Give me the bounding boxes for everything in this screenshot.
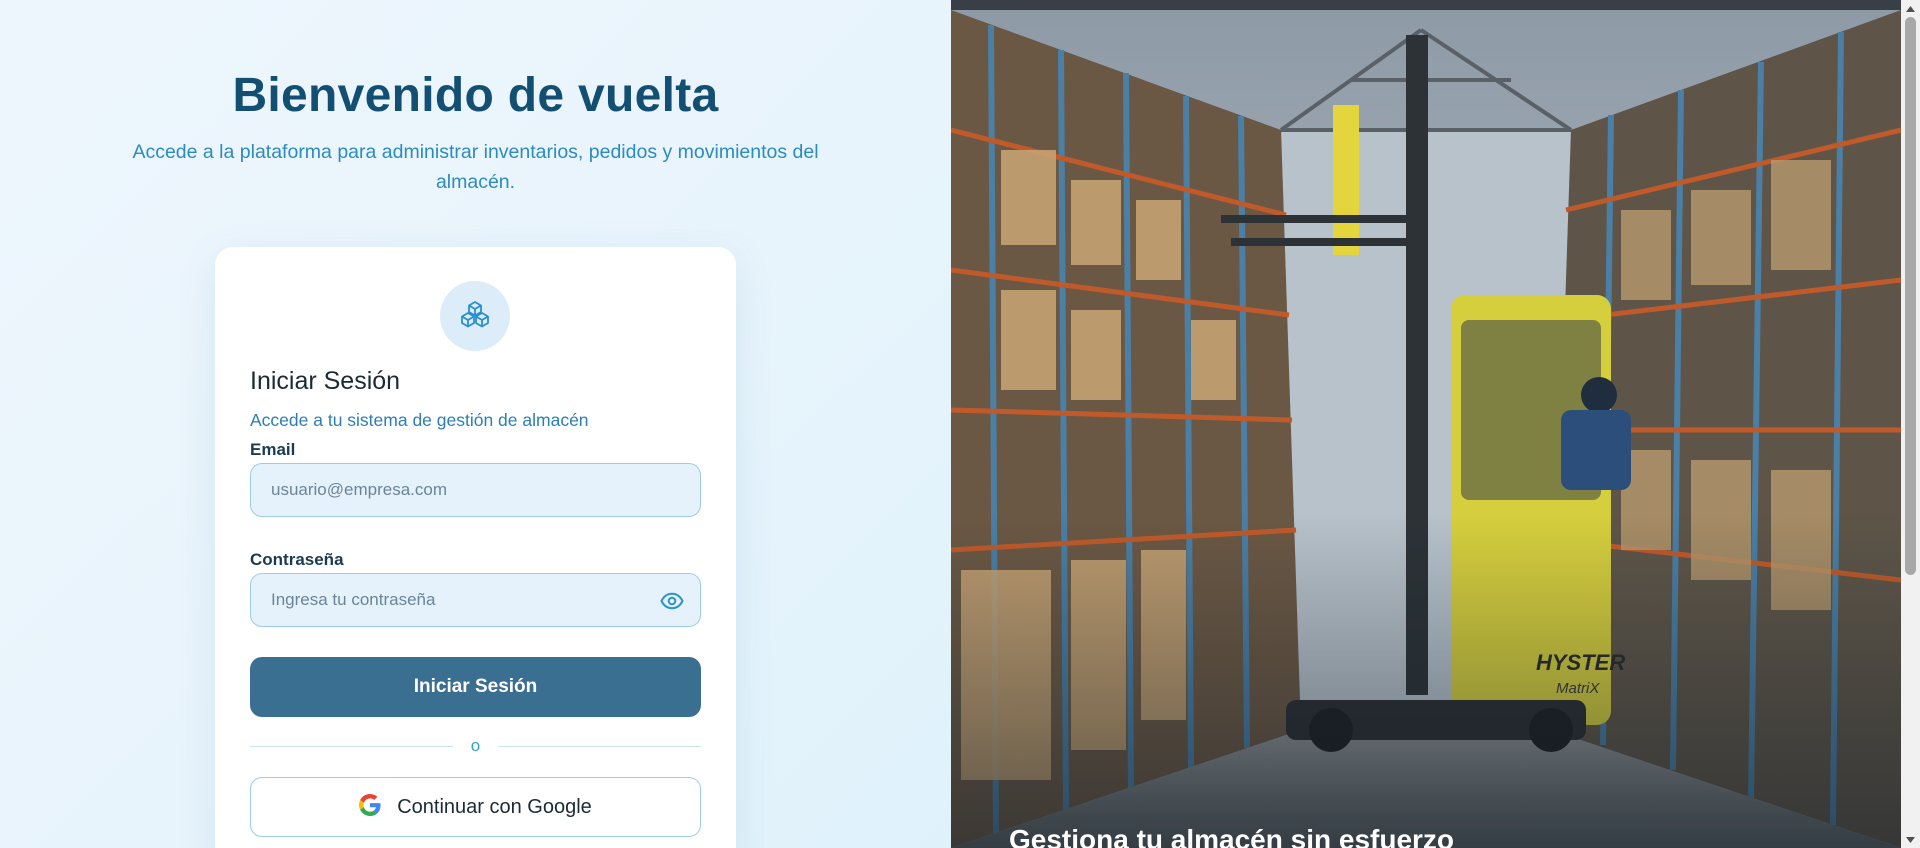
logo-badge [440,281,510,351]
boxes-icon [460,299,490,334]
or-divider: o [250,736,701,756]
welcome-title: Bienvenido de vuelta [232,69,719,122]
image-top-strip [951,0,1901,10]
eye-icon[interactable] [658,587,686,615]
welcome-subtitle: Accede a la plataforma para administrar … [132,141,819,193]
divider-text: o [470,736,481,755]
warehouse-forklift-photo: HYSTER MatriX [951,10,1901,848]
card-subtitle: Accede a tu sistema de gestión de almacé… [250,410,589,430]
card-title: Iniciar Sesión [250,367,401,395]
page-scrollbar[interactable] [1901,0,1920,848]
password-label: Contraseña [250,550,344,569]
login-panel: Bienvenido de vuelta Accede a la platafo… [0,0,951,848]
google-signin-button[interactable]: Continuar con Google [250,777,701,837]
login-button[interactable]: Iniciar Sesión [250,657,701,717]
email-field-wrapper [250,463,701,517]
scrollbar-thumb[interactable] [1905,17,1916,575]
login-card: Iniciar Sesión Accede a tu sistema de ge… [215,247,736,848]
scroll-down-arrow-icon[interactable] [1901,831,1920,848]
scroll-up-arrow-icon[interactable] [1901,0,1920,17]
hero-image-panel: HYSTER MatriX Gestiona tu almacén sin es… [951,0,1901,848]
email-field[interactable] [251,464,700,516]
google-button-label: Continuar con Google [397,795,592,818]
email-label: Email [250,440,296,459]
password-field[interactable] [251,574,700,626]
password-field-wrapper [250,573,701,627]
google-icon [359,793,381,821]
image-caption: Gestiona tu almacén sin esfuerzo [1009,824,1455,848]
